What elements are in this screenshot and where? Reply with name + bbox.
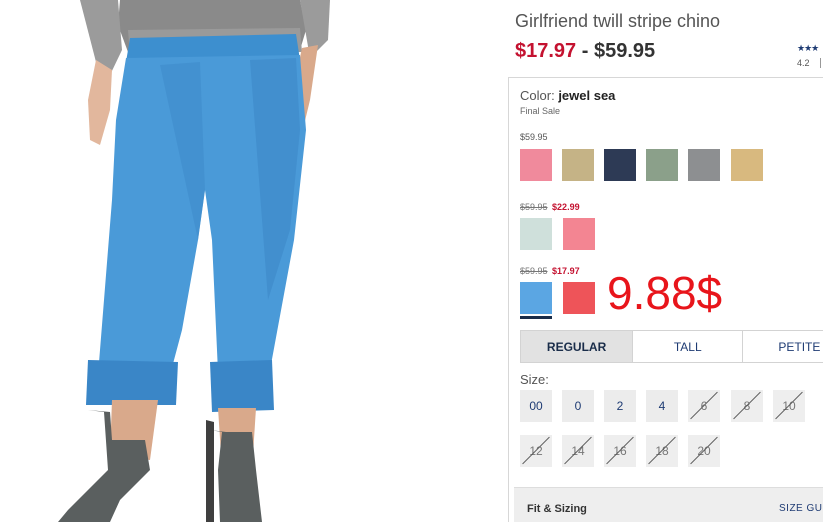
overlay-price-annotation: 9.88$	[607, 267, 723, 319]
fit-sizing-title[interactable]: Fit & Sizing	[527, 503, 587, 515]
price-range: $17.97 - $59.95	[515, 40, 655, 63]
markdown-price: $22.99	[552, 202, 580, 212]
swatch-jewel-sea[interactable]	[520, 282, 552, 314]
final-sale-note: Final Sale	[520, 106, 561, 116]
swatch-group-price: $59.95	[520, 132, 548, 142]
markdown-price: $17.97	[552, 266, 580, 276]
swatch-group-price: $59.95 $17.97	[520, 266, 580, 276]
size-option[interactable]: 0	[562, 390, 594, 422]
divider	[820, 58, 821, 68]
swatch-group-price: $59.95 $22.99	[520, 202, 580, 212]
tab-petite[interactable]: PETITE	[743, 331, 823, 362]
size-option[interactable]: 00	[520, 390, 552, 422]
swatch-mint[interactable]	[520, 218, 552, 250]
product-photo	[0, 0, 505, 522]
sale-price: $17.97	[515, 40, 577, 62]
tab-regular[interactable]: REGULAR	[521, 331, 634, 362]
size-option[interactable]: 18	[646, 435, 678, 467]
selected-swatch-indicator	[520, 316, 552, 319]
size-option[interactable]: 4	[646, 390, 678, 422]
product-title: Girlfriend twill stripe chino	[515, 11, 721, 31]
original-price: $59.95	[520, 266, 548, 276]
regular-price: $59.95	[593, 40, 656, 62]
model-in-chinos-image	[58, 0, 330, 522]
star-rating-icon: ★★★	[797, 43, 819, 53]
color-label: Color: jewel sea	[520, 88, 615, 103]
color-label-prefix: Color:	[520, 88, 555, 103]
rating[interactable]: ★★★ 4.2	[797, 43, 823, 68]
swatch-navy[interactable]	[604, 149, 636, 181]
size-option[interactable]: 20	[688, 435, 720, 467]
price-separator: -	[581, 40, 589, 62]
size-guide-link[interactable]: SIZE GU	[779, 503, 823, 514]
selected-color-name: jewel sea	[558, 88, 616, 103]
swatch-red-coral[interactable]	[563, 282, 595, 314]
fit-tabs: REGULAR TALL PETITE	[520, 330, 823, 363]
swatch-pink[interactable]	[520, 149, 552, 181]
size-option[interactable]: 8	[731, 390, 763, 422]
size-option[interactable]: 12	[520, 435, 552, 467]
size-label: Size:	[520, 372, 549, 387]
swatch-khaki[interactable]	[562, 149, 594, 181]
size-option[interactable]: 6	[688, 390, 720, 422]
group-price: $59.95	[520, 132, 548, 142]
swatch-sand[interactable]	[731, 149, 763, 181]
swatch-coral-pink[interactable]	[563, 218, 595, 250]
size-option[interactable]: 10	[773, 390, 805, 422]
size-option[interactable]: 14	[562, 435, 594, 467]
swatch-grey[interactable]	[688, 149, 720, 181]
size-option[interactable]: 16	[604, 435, 636, 467]
size-option[interactable]: 2	[604, 390, 636, 422]
original-price: $59.95	[520, 202, 548, 212]
swatch-sage[interactable]	[646, 149, 678, 181]
tab-tall[interactable]: TALL	[633, 331, 744, 362]
